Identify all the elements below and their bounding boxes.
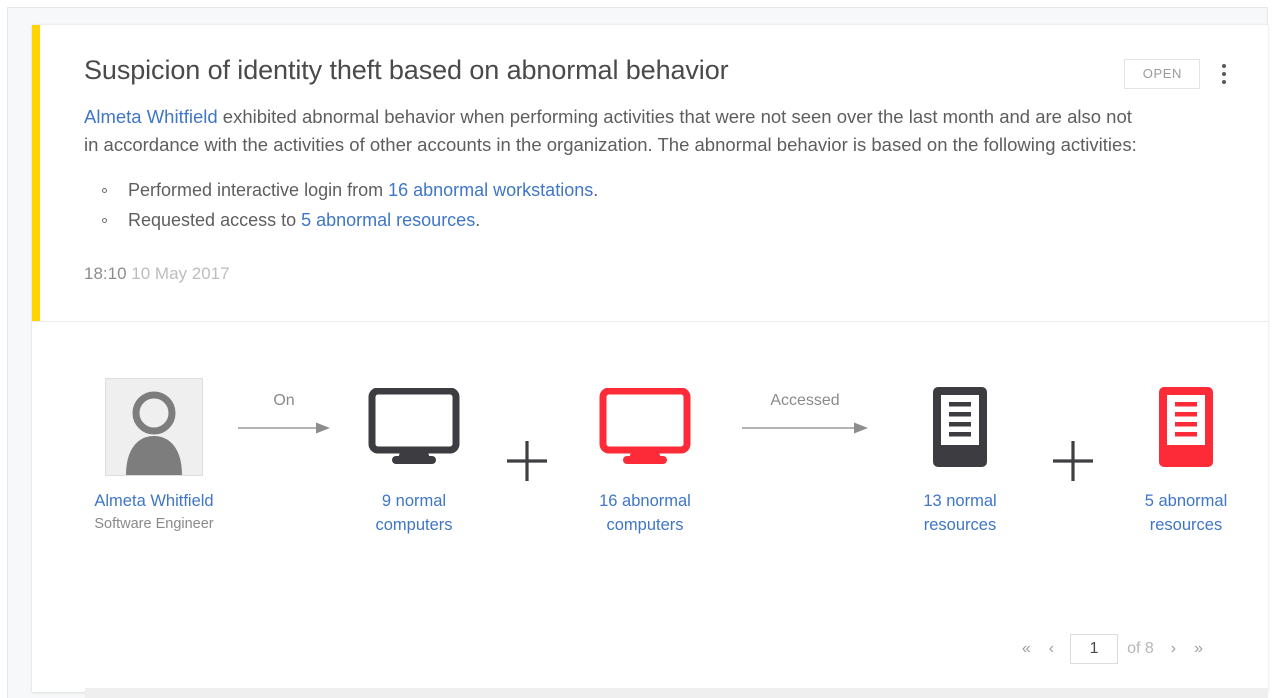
- normal-computers-line2: computers: [375, 516, 453, 534]
- kebab-dot: [1222, 80, 1226, 84]
- resource-icon: [933, 387, 987, 467]
- header-actions: OPEN: [1123, 51, 1234, 89]
- alert-description: Almeta Whitfield exhibited abnormal beha…: [84, 103, 1149, 159]
- connector-accessed: Accessed: [720, 377, 890, 435]
- bullet-prefix-text: Performed interactive login from: [128, 180, 389, 200]
- description-text: exhibited abnormal behavior when perform…: [84, 106, 1137, 155]
- pagination: « ‹ of 8 › »: [1013, 634, 1212, 664]
- pagination-next-button[interactable]: ›: [1162, 635, 1185, 663]
- actor-link[interactable]: Almeta Whitfield: [84, 106, 218, 127]
- bullet-suffix-text: .: [475, 210, 481, 230]
- actor-role-label: Software Engineer: [94, 516, 214, 532]
- entity-flow-diagram: Almeta Whitfield Software Engineer On 9 …: [84, 377, 1256, 537]
- plus-icon: [507, 441, 547, 481]
- screen: Suspicion of identity theft based on abn…: [0, 0, 1275, 698]
- avatar-silhouette: [126, 391, 182, 475]
- abnormal-resources-link[interactable]: 5 abnormal resources: [1145, 489, 1228, 537]
- normal-resources-line2: resources: [923, 516, 997, 534]
- diagram-node-actor: Almeta Whitfield Software Engineer: [84, 377, 224, 534]
- pagination-last-button[interactable]: »: [1185, 635, 1212, 663]
- abnormal-workstations-link[interactable]: 16 abnormal workstations: [388, 180, 593, 200]
- timestamp-time: 18:10: [84, 264, 127, 283]
- activity-list: Performed interactive login from 16 abno…: [84, 175, 1234, 235]
- user-avatar-icon: [105, 378, 203, 476]
- diagram-node-normal-resources: 13 normal resources: [890, 377, 1030, 537]
- horizontal-scrollbar-thumb[interactable]: [85, 688, 1268, 698]
- abnormal-resources-line1: 5 abnormal: [1144, 492, 1228, 510]
- connector-accessed-label: Accessed: [770, 392, 840, 409]
- diagram-node-normal-computers: 9 normal computers: [344, 377, 484, 537]
- bullet-suffix-text: .: [593, 180, 599, 200]
- actor-name-link[interactable]: Almeta Whitfield: [94, 489, 213, 513]
- abnormal-computers-line1: 16 abnormal: [599, 492, 691, 510]
- normal-resources-line1: 13 normal: [923, 492, 997, 510]
- kebab-menu-icon[interactable]: [1214, 60, 1234, 88]
- normal-resource-icon-slot: [932, 377, 988, 477]
- plus-separator-2: [1030, 411, 1116, 511]
- timestamp-date: 10 May 2017: [131, 264, 230, 283]
- abnormal-computers-link[interactable]: 16 abnormal computers: [599, 489, 691, 537]
- horizontal-scrollbar[interactable]: [85, 688, 1268, 698]
- arrow-right-icon: [238, 422, 330, 434]
- diagram-node-abnormal-resources: 5 abnormal resources: [1116, 377, 1256, 537]
- normal-computers-line1: 9 normal: [381, 492, 447, 510]
- resource-icon: [1159, 387, 1213, 467]
- alert-summary-section: Suspicion of identity theft based on abn…: [32, 25, 1268, 322]
- pagination-prev-button[interactable]: ‹: [1040, 635, 1063, 663]
- actor-icon-slot: [105, 377, 203, 477]
- normal-computers-link[interactable]: 9 normal computers: [375, 489, 452, 537]
- kebab-dot: [1222, 72, 1226, 76]
- abnormal-resources-line2: resources: [1149, 516, 1223, 534]
- list-item: Requested access to 5 abnormal resources…: [102, 205, 1234, 235]
- list-item: Performed interactive login from 16 abno…: [102, 175, 1234, 205]
- normal-resources-link[interactable]: 13 normal resources: [923, 489, 996, 537]
- connector-on-label: On: [273, 392, 295, 409]
- alert-timestamp: 18:10 10 May 2017: [84, 263, 1234, 285]
- abnormal-resources-link[interactable]: 5 abnormal resources: [301, 210, 475, 230]
- pagination-total-label: of 8: [1127, 640, 1154, 657]
- pagination-page-input[interactable]: [1070, 634, 1119, 664]
- monitor-icon: [599, 388, 691, 464]
- abnormal-resource-icon-slot: [1158, 377, 1214, 477]
- alert-diagram-section: Almeta Whitfield Software Engineer On 9 …: [32, 322, 1268, 692]
- bullet-prefix-text: Requested access to: [128, 210, 302, 230]
- page-title: Suspicion of identity theft based on abn…: [84, 55, 729, 85]
- plus-separator-1: [484, 411, 570, 511]
- abnormal-computer-icon-slot: [599, 377, 691, 477]
- connector-on: On: [224, 377, 344, 435]
- kebab-dot: [1222, 64, 1226, 68]
- plus-icon: [1053, 441, 1093, 481]
- diagram-node-abnormal-computers: 16 abnormal computers: [570, 377, 720, 537]
- open-button[interactable]: OPEN: [1123, 59, 1200, 89]
- normal-computer-icon-slot: [368, 377, 460, 477]
- alert-card: Suspicion of identity theft based on abn…: [32, 25, 1268, 692]
- monitor-icon: [368, 388, 460, 464]
- arrow-right-icon: [742, 422, 868, 434]
- pagination-first-button[interactable]: «: [1013, 635, 1040, 663]
- abnormal-computers-line2: computers: [606, 516, 684, 534]
- severity-accent-bar: [32, 25, 40, 321]
- alert-header: Suspicion of identity theft based on abn…: [84, 51, 1234, 89]
